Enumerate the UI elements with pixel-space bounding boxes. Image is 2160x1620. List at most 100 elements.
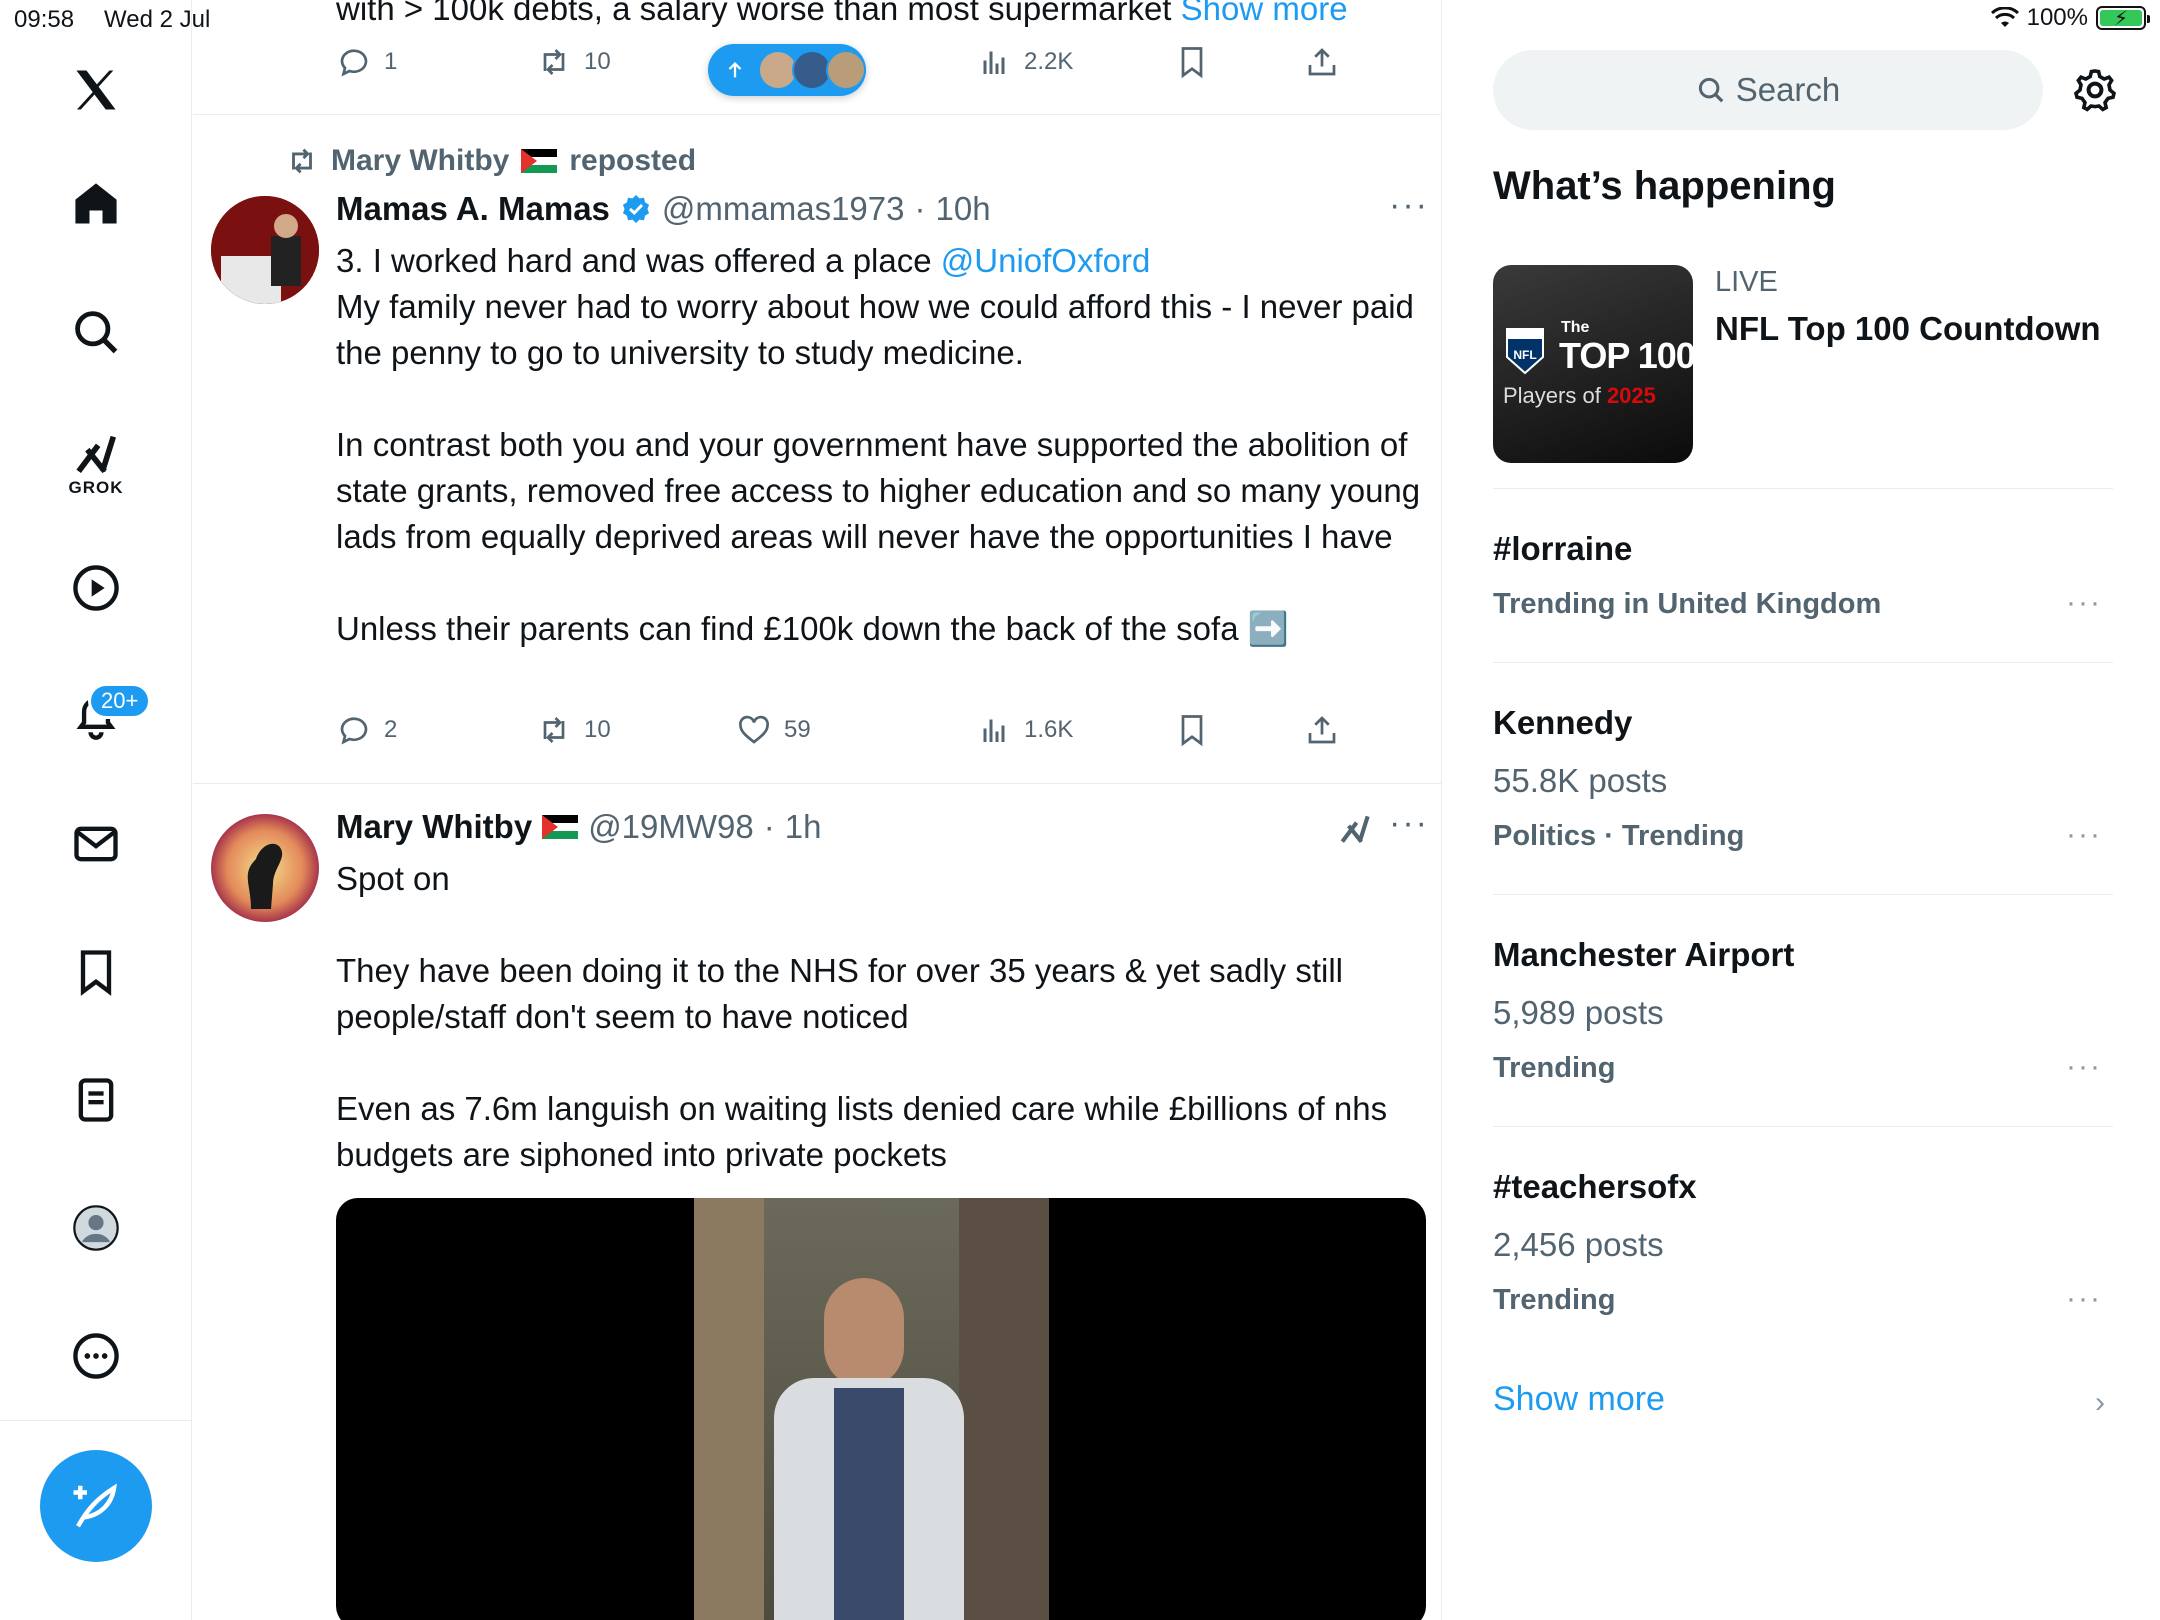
messages-icon[interactable] [60, 808, 132, 880]
bookmark-button[interactable] [1174, 712, 1210, 748]
search-placeholder: Search [1735, 71, 1841, 108]
trend-title[interactable]: #teachersofx [1493, 1168, 1697, 1206]
share-button[interactable] [1304, 712, 1340, 748]
views-count: 1.6K [1024, 716, 1074, 743]
palestine-flag-icon [521, 149, 558, 173]
author-name[interactable]: Mary Whitby [336, 808, 532, 846]
views-button[interactable]: 2.2K [976, 44, 1073, 80]
tweet-body: Spot on They have been doing it to the N… [336, 860, 1388, 1173]
trend-divider [1493, 662, 2113, 663]
trend-title[interactable]: #lorraine [1493, 530, 1632, 568]
new-post-avatar [826, 50, 866, 90]
profile-avatar-icon[interactable] [60, 1192, 132, 1264]
video-frame [694, 1198, 1049, 1620]
views-count: 2.2K [1024, 48, 1074, 75]
home-icon[interactable] [60, 168, 132, 240]
repost-icon [543, 717, 565, 743]
repost-icon [292, 148, 312, 174]
notifications-badge: 20+ [88, 683, 152, 719]
reply-icon [340, 49, 368, 77]
repost-by-name[interactable]: Mary Whitby [331, 144, 509, 178]
video-icon[interactable] [60, 552, 132, 624]
tweet-time[interactable]: 10h [936, 190, 991, 228]
search-input[interactable]: Search [1493, 50, 2043, 130]
tweet-body: 3. I worked hard and was offered a place… [336, 238, 1426, 652]
repost-context: Mary Whitby reposted [285, 144, 696, 178]
tweet-author-line: Mamas A. Mamas @mmamas1973 · 10h [336, 190, 991, 228]
grok-icon[interactable] [1336, 810, 1374, 848]
trend-more-icon[interactable]: ··· [2066, 586, 2102, 620]
search-icon[interactable] [60, 296, 132, 368]
repost-icon [543, 49, 565, 75]
tweet-text-1: 3. I worked hard and was offered a place [336, 242, 941, 279]
repost-button[interactable]: 10 [536, 44, 611, 80]
lists-icon[interactable] [60, 1064, 132, 1136]
share-icon [1308, 716, 1336, 744]
left-nav: GROK 20+ [0, 0, 192, 1620]
thumb-text-top100: TOP 100 [1559, 335, 1693, 376]
author-handle[interactable]: @19MW98 [588, 808, 754, 846]
timeline-feed: with > 100k debts, a salary worse than m… [193, 0, 1442, 1620]
right-sidebar: Search What’s happening NFL The TOP 100 … [1443, 0, 2160, 1620]
dot-separator: · [914, 190, 926, 227]
share-icon [1308, 48, 1336, 76]
trend-thumbnail[interactable]: NFL The TOP 100 Players of 2025 [1493, 265, 1693, 463]
trend-meta: Trending in United Kingdom [1493, 588, 1882, 620]
author-avatar[interactable] [211, 814, 319, 922]
trend-title[interactable]: Manchester Airport [1493, 936, 1794, 974]
heart-icon [739, 715, 769, 744]
new-posts-pill[interactable] [708, 44, 866, 96]
arrow-up-icon [728, 61, 742, 78]
tweet-actions: 2 10 59 1.6K [336, 712, 1336, 756]
nfl-logo-icon: NFL [1506, 328, 1544, 375]
tweet-time[interactable]: 1h [785, 808, 822, 846]
show-more-link[interactable]: Show more [1181, 0, 1348, 27]
bookmarks-icon[interactable] [60, 936, 132, 1008]
tweet-more-icon[interactable]: ··· [1389, 804, 1429, 843]
bookmark-button[interactable] [1174, 44, 1210, 80]
trend-posts: 5,989 posts [1493, 994, 1664, 1031]
views-icon [983, 51, 1005, 74]
author-avatar[interactable] [211, 196, 319, 304]
trend-meta: Trending [1493, 1284, 1616, 1316]
author-handle[interactable]: @mmamas1973 [662, 190, 905, 228]
svg-text:NFL: NFL [1513, 348, 1536, 362]
views-icon [983, 719, 1005, 742]
more-options-icon[interactable] [60, 1320, 132, 1392]
thumb-text-players-of: Players of [1503, 383, 1607, 408]
tweet-more-icon[interactable]: ··· [1389, 186, 1429, 225]
search-icon [1698, 77, 1724, 103]
trend-more-icon[interactable]: ··· [2066, 818, 2102, 852]
repost-count: 10 [584, 716, 611, 743]
palestine-flag-icon [542, 815, 579, 839]
trend-more-icon[interactable]: ··· [2066, 1050, 2102, 1084]
reply-button[interactable]: 1 [336, 44, 397, 80]
trend-divider [1493, 894, 2113, 895]
thumb-text-year: 2025 [1606, 383, 1656, 408]
views-button[interactable]: 1.6K [976, 712, 1073, 748]
verified-badge-icon [622, 195, 649, 223]
chevron-right-icon[interactable]: › [2095, 1386, 2105, 1420]
like-button[interactable]: 59 [736, 712, 811, 748]
video-player[interactable] [336, 1198, 1426, 1620]
trend-title[interactable]: Kennedy [1493, 704, 1632, 742]
partial-tweet-body: with > 100k debts, a salary worse than m… [336, 0, 1181, 27]
trend-meta: Trending [1493, 1052, 1616, 1084]
tweet-divider [193, 783, 1441, 784]
x-logo-icon[interactable] [60, 54, 132, 126]
repost-button[interactable]: 10 [536, 712, 611, 748]
share-button[interactable] [1304, 44, 1340, 80]
reply-button[interactable]: 2 [336, 712, 397, 748]
gear-icon[interactable] [2071, 66, 2119, 114]
author-name[interactable]: Mamas A. Mamas [336, 190, 610, 228]
repost-suffix: reposted [569, 144, 697, 177]
trend-divider [1493, 488, 2113, 489]
trend-title[interactable]: NFL Top 100 Countdown [1715, 310, 2101, 348]
trend-meta: Politics · Trending [1493, 820, 1745, 852]
mention-link[interactable]: @UniofOxford [941, 242, 1151, 279]
compose-post-button[interactable] [40, 1450, 152, 1562]
reply-count: 1 [384, 48, 398, 75]
trend-more-icon[interactable]: ··· [2066, 1282, 2102, 1316]
show-more-link[interactable]: Show more [1493, 1380, 1665, 1419]
trend-posts: 2,456 posts [1493, 1226, 1664, 1263]
